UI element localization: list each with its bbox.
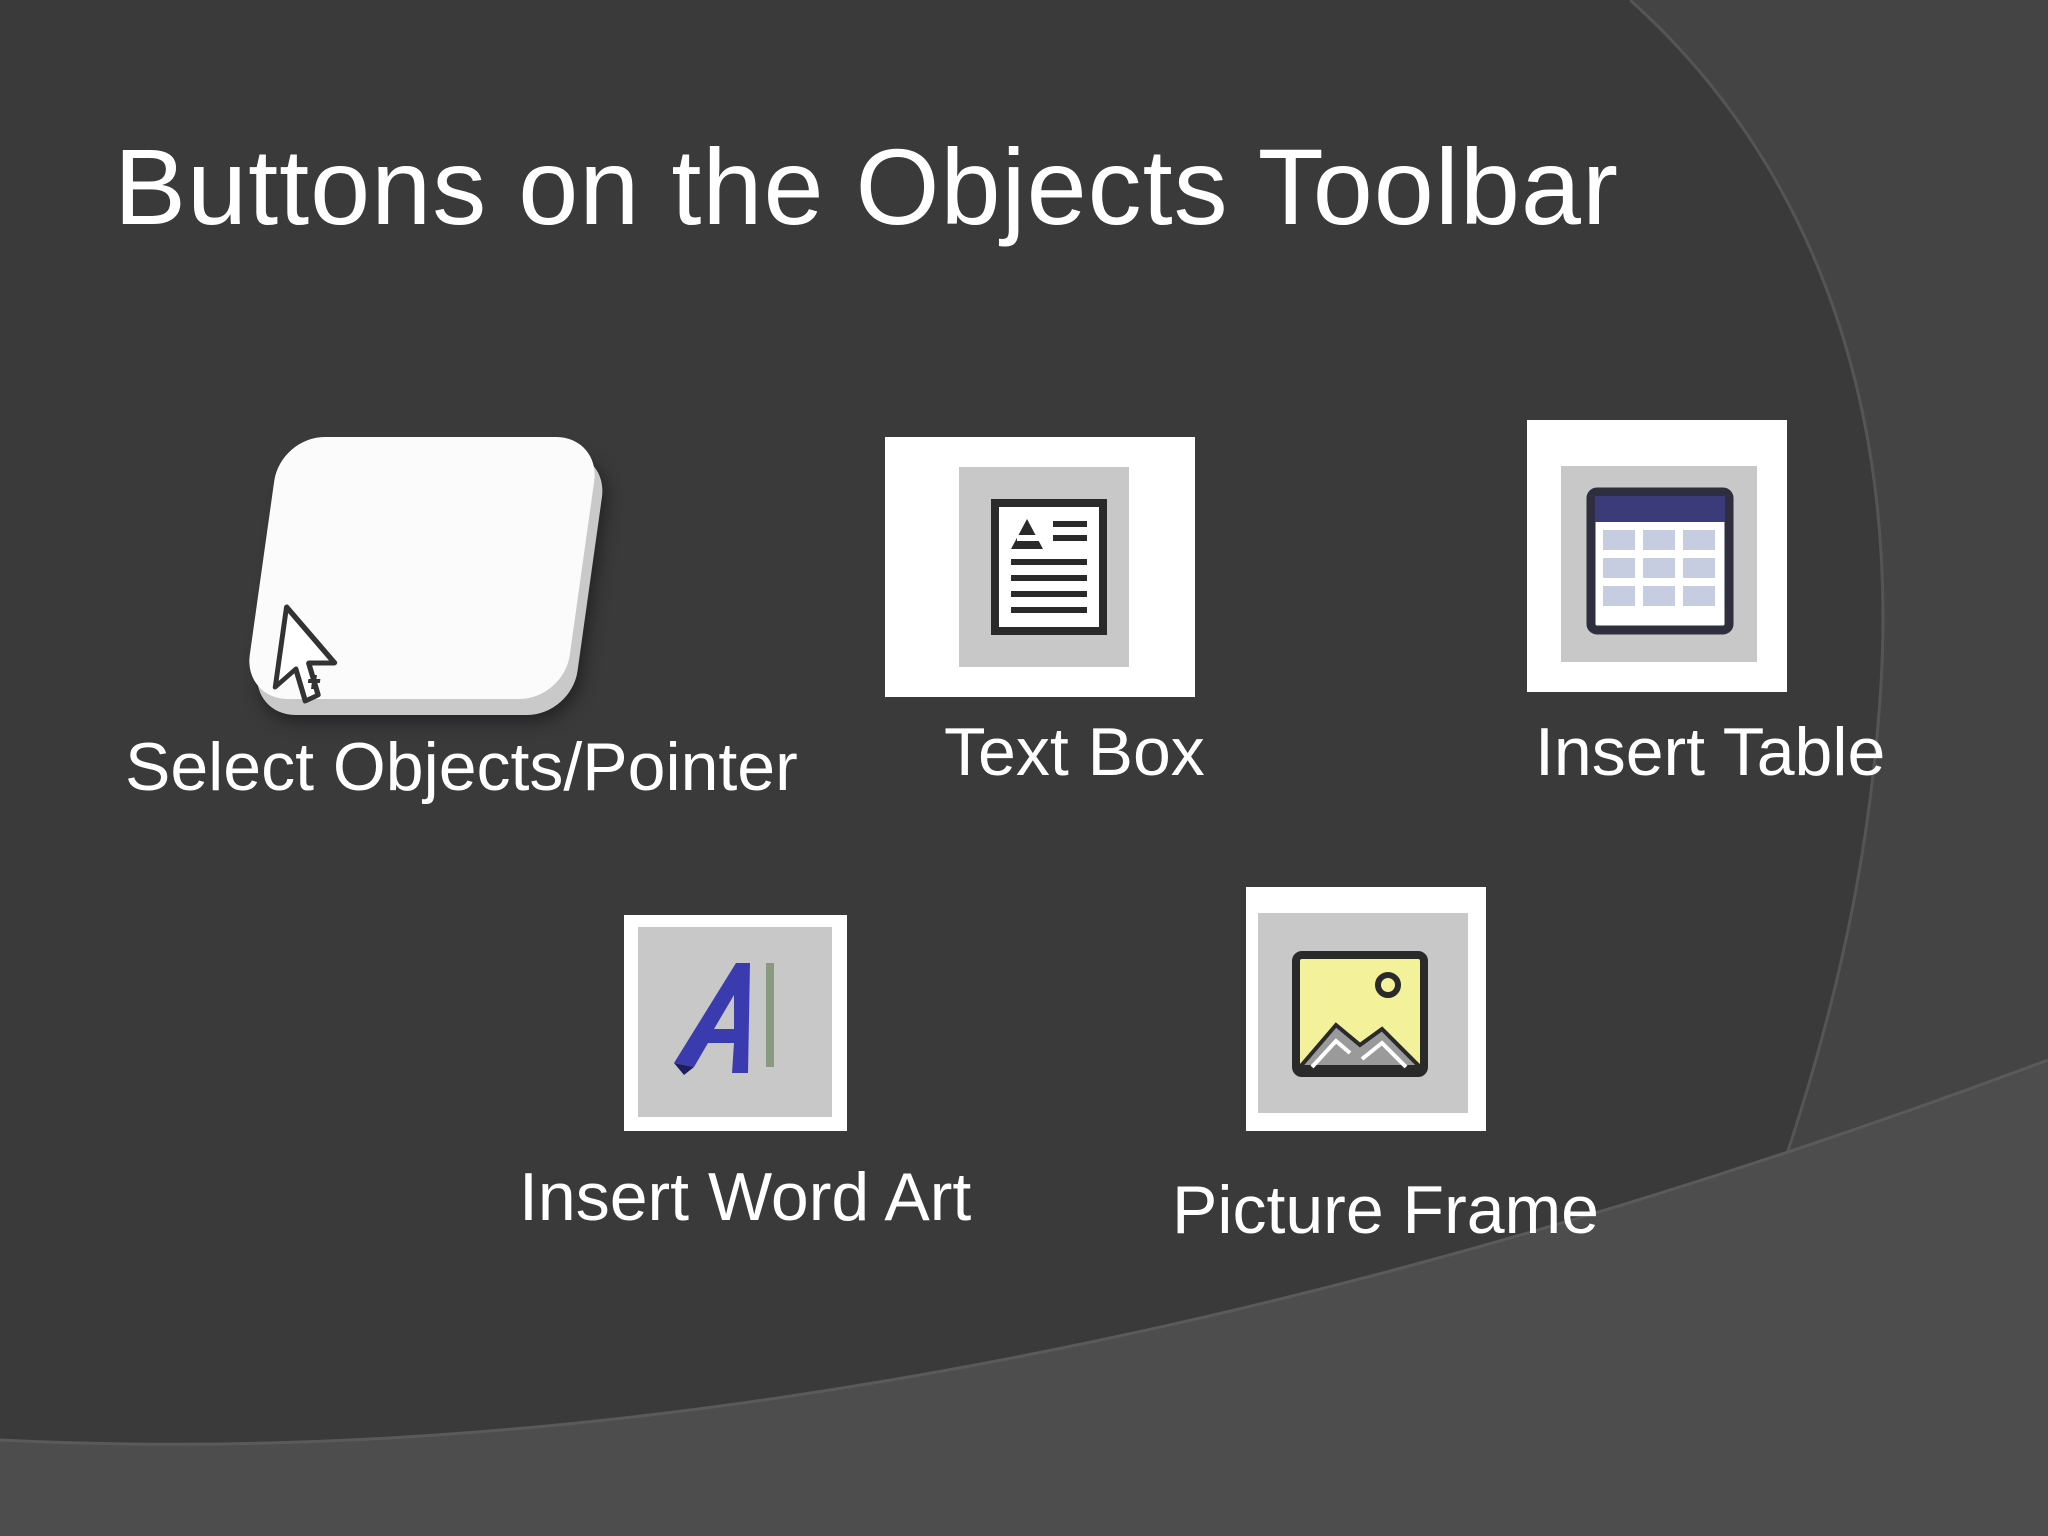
picture-frame-button[interactable]: [1246, 887, 1486, 1131]
insert-word-art-button[interactable]: [624, 915, 847, 1131]
insert-word-art-label: Insert Word Art: [519, 1159, 972, 1235]
insert-table-label: Insert Table: [1535, 714, 1886, 790]
text-box-icon: [991, 499, 1107, 635]
picture-frame-label: Picture Frame: [1172, 1172, 1599, 1248]
select-objects-label: Select Objects/Pointer: [125, 729, 798, 805]
slide-title: Buttons on the Objects Toolbar: [114, 126, 1619, 247]
select-objects-button[interactable]: [243, 437, 601, 704]
insert-table-button[interactable]: [1527, 420, 1787, 692]
table-icon: [1586, 487, 1734, 635]
text-box-label: Text Box: [944, 714, 1205, 790]
text-box-button[interactable]: [885, 437, 1195, 697]
picture-frame-icon: [1292, 951, 1428, 1077]
word-art-icon: [674, 963, 774, 1075]
pointer-arrow-icon: [272, 604, 338, 704]
